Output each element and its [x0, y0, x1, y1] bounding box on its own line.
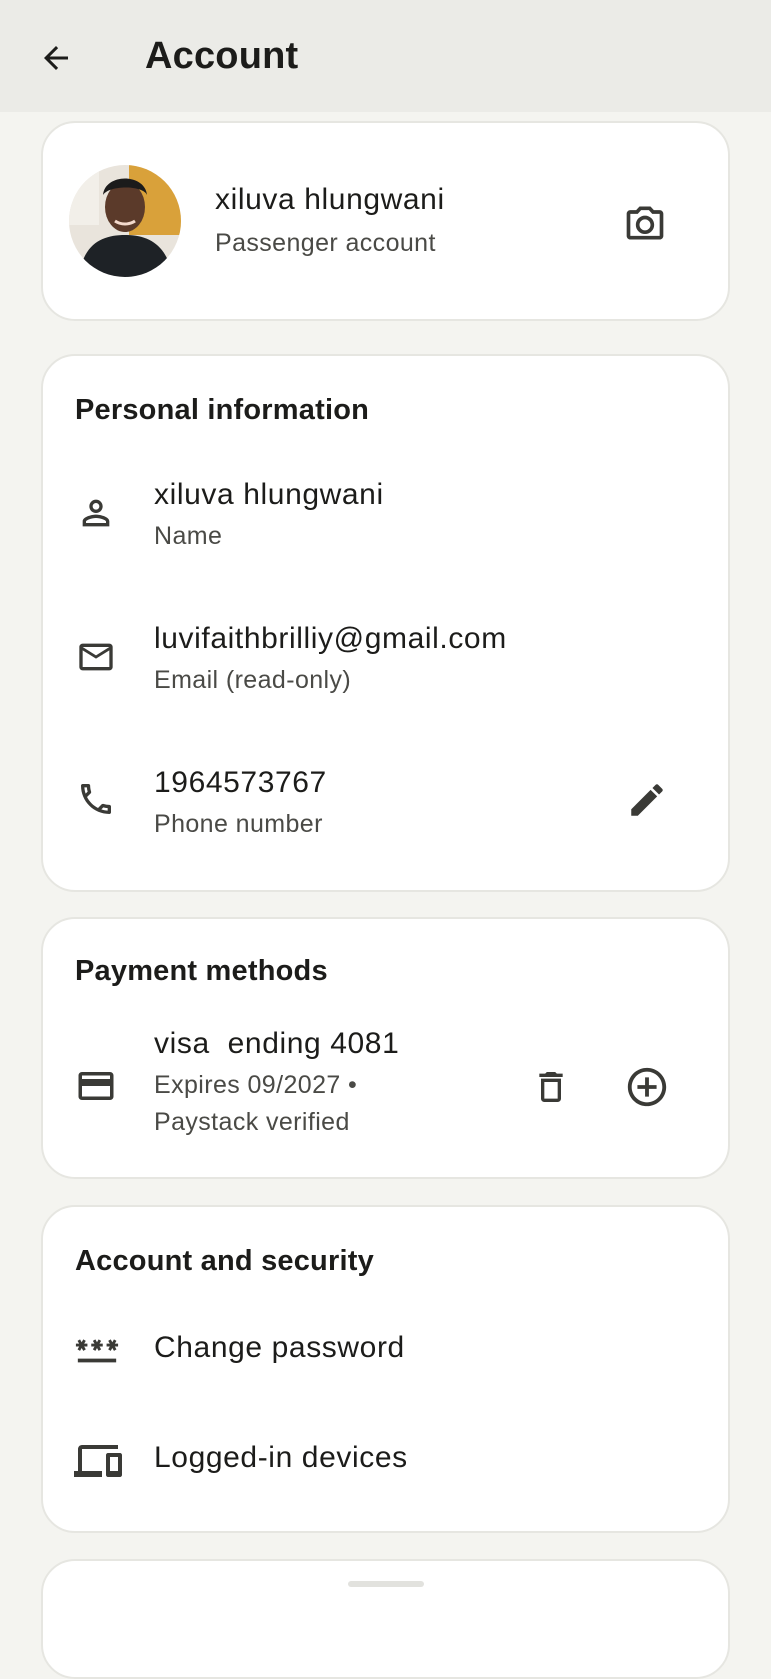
- visa-card-row: visa ending 4081 Expires 09/2027 • Payst…: [154, 1027, 399, 1137]
- next-section-card: [41, 1559, 730, 1679]
- logged-in-devices-label: Logged-in devices: [154, 1441, 408, 1474]
- email-value: luvifaithbrilliy@gmail.com: [154, 622, 507, 655]
- name-label: Name: [154, 522, 223, 550]
- card-expiry: Expires 09/2027 •: [154, 1071, 358, 1099]
- camera-icon: [626, 206, 664, 240]
- person-icon: [73, 490, 119, 536]
- avatar[interactable]: [69, 165, 181, 277]
- email-icon: [73, 634, 119, 680]
- phone-row: 1964573767 Phone number: [154, 766, 327, 839]
- password-icon: [73, 1325, 121, 1373]
- personal-info-card: Personal information xiluva hlungwani Na…: [41, 354, 730, 892]
- change-photo-button[interactable]: [617, 195, 673, 251]
- delete-card-button[interactable]: [525, 1061, 577, 1113]
- payment-methods-card: Payment methods visa ending 4081 Expires…: [41, 917, 730, 1179]
- trash-icon: [539, 1072, 563, 1102]
- add-payment-button[interactable]: [619, 1059, 675, 1115]
- phone-value: 1964573767: [154, 766, 327, 799]
- card-title: visa ending 4081: [154, 1027, 400, 1060]
- credit-card-icon: [73, 1063, 119, 1109]
- change-password-label: Change password: [154, 1331, 405, 1364]
- add-circle-icon: [627, 1067, 667, 1107]
- logged-in-devices-row[interactable]: Logged-in devices: [43, 1413, 728, 1509]
- top-app-bar: Account: [0, 0, 771, 112]
- phone-icon: [73, 776, 119, 822]
- name-row[interactable]: xiluva hlungwani Name: [154, 478, 384, 551]
- arrow-back-icon: [44, 46, 68, 70]
- payment-methods-heading: Payment methods: [75, 955, 328, 987]
- profile-card: xiluva hlungwani Passenger account: [41, 121, 730, 321]
- email-row: luvifaithbrilliy@gmail.com Email (read-o…: [154, 622, 507, 695]
- profile-name: xiluva hlungwani: [215, 183, 445, 216]
- card-verified: Paystack verified: [154, 1108, 350, 1136]
- edit-phone-button[interactable]: [621, 774, 673, 826]
- account-type: Passenger account: [215, 229, 436, 257]
- email-label: Email (read-only): [154, 666, 352, 694]
- scroll-handle: [348, 1581, 424, 1587]
- name-value: xiluva hlungwani: [154, 478, 384, 511]
- edit-icon: [631, 784, 663, 816]
- account-security-heading: Account and security: [75, 1245, 374, 1277]
- personal-info-heading: Personal information: [75, 394, 370, 426]
- devices-icon: [73, 1437, 123, 1485]
- page-title: Account: [145, 35, 299, 77]
- account-security-card: Account and security Change password Log…: [41, 1205, 730, 1533]
- phone-label: Phone number: [154, 810, 323, 838]
- change-password-row[interactable]: Change password: [43, 1303, 728, 1399]
- back-button[interactable]: [32, 34, 80, 82]
